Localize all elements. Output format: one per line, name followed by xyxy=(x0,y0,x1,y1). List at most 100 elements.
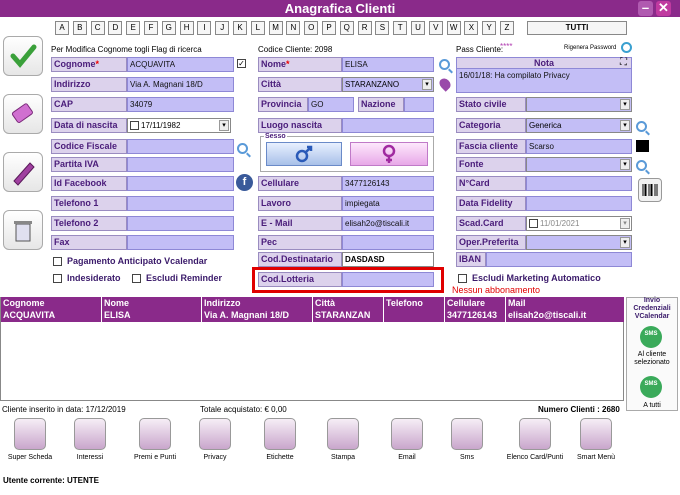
table-cell[interactable] xyxy=(384,309,445,322)
column-header[interactable]: Telefono xyxy=(384,297,445,309)
search-icon[interactable] xyxy=(439,59,450,70)
letter-button-h[interactable]: H xyxy=(179,21,194,35)
scad-card-field[interactable]: 11/01/2021 ▾ xyxy=(526,216,632,231)
etichette-button[interactable]: Etichette xyxy=(250,418,310,470)
letter-button-q[interactable]: Q xyxy=(339,21,354,35)
stampa-button[interactable]: Stampa xyxy=(313,418,373,470)
letter-button-y[interactable]: Y xyxy=(482,21,497,35)
letter-button-z[interactable]: Z xyxy=(500,21,514,35)
close-button[interactable]: ✕ xyxy=(656,1,671,16)
partita-iva-field[interactable] xyxy=(127,157,234,172)
letter-button-s[interactable]: S xyxy=(375,21,390,35)
letter-button-f[interactable]: F xyxy=(144,21,158,35)
telefono2-field[interactable] xyxy=(127,216,234,231)
telefono1-field[interactable] xyxy=(127,196,234,211)
super-scheda-button[interactable]: Super Scheda xyxy=(0,418,60,470)
facebook-icon[interactable]: f xyxy=(236,174,253,191)
nazione-field[interactable] xyxy=(404,97,434,112)
letter-button-n[interactable]: N xyxy=(286,21,301,35)
scad-card-checkbox[interactable] xyxy=(529,219,538,228)
column-header[interactable]: Cognome xyxy=(1,297,102,309)
codice-fiscale-field[interactable] xyxy=(127,139,234,154)
column-header[interactable]: Cellulare xyxy=(445,297,506,309)
email-field[interactable]: elisah2o@tiscali.it xyxy=(342,216,434,231)
column-header[interactable]: Indirizzo xyxy=(202,297,313,309)
chevron-down-icon[interactable]: ▾ xyxy=(620,218,630,229)
letter-button-l[interactable]: L xyxy=(250,21,265,35)
letter-button-m[interactable]: M xyxy=(268,21,283,35)
column-header[interactable]: Città xyxy=(313,297,384,309)
letter-button-v[interactable]: V xyxy=(428,21,443,35)
cognome-field[interactable]: ACQUAVITA xyxy=(127,57,234,72)
sms-button[interactable]: Sms xyxy=(437,418,497,470)
letter-button-g[interactable]: G xyxy=(161,21,176,35)
smart-menu-button[interactable]: Smart Menù xyxy=(566,418,626,470)
chevron-down-icon[interactable]: ▾ xyxy=(620,237,630,248)
female-button[interactable] xyxy=(350,142,428,166)
lavoro-field[interactable]: impiegata xyxy=(342,196,434,211)
chevron-down-icon[interactable]: ▾ xyxy=(219,120,229,131)
sms-selected-button[interactable]: SMS xyxy=(640,326,662,348)
provincia-field[interactable]: GO xyxy=(308,97,354,112)
escludi-reminder-checkbox[interactable] xyxy=(132,274,141,283)
barcode-button[interactable] xyxy=(638,178,662,202)
table-cell[interactable]: STARANZAN xyxy=(313,309,384,322)
data-nascita-field[interactable]: 17/11/1982 ▾ xyxy=(127,118,231,133)
cellulare-field[interactable]: 3477126143 xyxy=(342,176,434,191)
categoria-select[interactable]: Generica ▾ xyxy=(526,118,632,133)
letter-button-a[interactable]: A xyxy=(55,21,69,35)
letter-button-j[interactable]: J xyxy=(215,21,230,35)
table-cell[interactable]: ELISA xyxy=(102,309,202,322)
color-swatch[interactable] xyxy=(636,140,649,152)
chevron-down-icon[interactable]: ▾ xyxy=(422,79,432,90)
letter-button-i[interactable]: I xyxy=(197,21,212,35)
letter-button-o[interactable]: O xyxy=(304,21,319,35)
data-fidelity-field[interactable] xyxy=(526,196,632,211)
pagamento-checkbox[interactable] xyxy=(53,257,62,266)
stato-civile-select[interactable]: ▾ xyxy=(526,97,632,112)
edit-button[interactable] xyxy=(3,152,43,192)
letter-button-r[interactable]: R xyxy=(357,21,372,35)
chevron-down-icon[interactable]: ▾ xyxy=(620,99,630,110)
save-button[interactable] xyxy=(3,36,43,76)
luogo-nascita-field[interactable] xyxy=(342,118,434,133)
cap-field[interactable]: 34079 xyxy=(127,97,234,112)
cod-destinatario-field[interactable]: DASDASD xyxy=(342,252,434,267)
cod-lotteria-field[interactable] xyxy=(342,272,434,287)
note-text[interactable]: 16/01/18: Ha compilato Privacy xyxy=(457,69,631,82)
table-cell[interactable]: Via A. Magnani 18/D xyxy=(202,309,313,322)
letter-button-b[interactable]: B xyxy=(72,21,87,35)
chevron-down-icon[interactable]: ▾ xyxy=(620,120,630,131)
tutti-button[interactable]: TUTTI xyxy=(527,21,627,35)
letter-button-k[interactable]: K xyxy=(233,21,247,35)
escludi-marketing-checkbox[interactable] xyxy=(458,274,467,283)
table-cell[interactable]: 3477126143 xyxy=(445,309,506,322)
letter-button-p[interactable]: P xyxy=(322,21,336,35)
search-icon[interactable] xyxy=(237,143,248,154)
search-flag-checkbox[interactable]: ✓ xyxy=(237,59,246,68)
eraser-button[interactable] xyxy=(3,94,43,134)
oper-preferita-select[interactable]: ▾ xyxy=(526,235,632,250)
search-icon[interactable] xyxy=(636,121,647,132)
expand-icon[interactable]: ⛶ xyxy=(620,57,627,68)
delete-button[interactable] xyxy=(3,210,43,250)
privacy-button[interactable]: Privacy xyxy=(185,418,245,470)
letter-button-d[interactable]: D xyxy=(108,21,123,35)
column-header[interactable]: Nome xyxy=(102,297,202,309)
iban-field[interactable] xyxy=(486,252,632,267)
letter-button-t[interactable]: T xyxy=(393,21,408,35)
pec-field[interactable] xyxy=(342,235,434,250)
indirizzo-field[interactable]: Via A. Magnani 18/D xyxy=(127,77,234,92)
letter-button-x[interactable]: X xyxy=(464,21,479,35)
fascia-cliente-field[interactable]: Scarso xyxy=(526,139,632,154)
minimize-button[interactable]: – xyxy=(638,1,653,16)
premi-punti-button[interactable]: Premi e Punti xyxy=(125,418,185,470)
email-button[interactable]: Email xyxy=(377,418,437,470)
id-facebook-field[interactable] xyxy=(127,176,234,191)
citta-field[interactable]: STARANZANO ▾ xyxy=(342,77,434,92)
data-nascita-checkbox[interactable] xyxy=(130,121,139,130)
search-icon[interactable] xyxy=(636,160,647,171)
nome-field[interactable]: ELISA xyxy=(342,57,434,72)
interessi-button[interactable]: Interessi xyxy=(60,418,120,470)
letter-button-w[interactable]: W xyxy=(446,21,461,35)
